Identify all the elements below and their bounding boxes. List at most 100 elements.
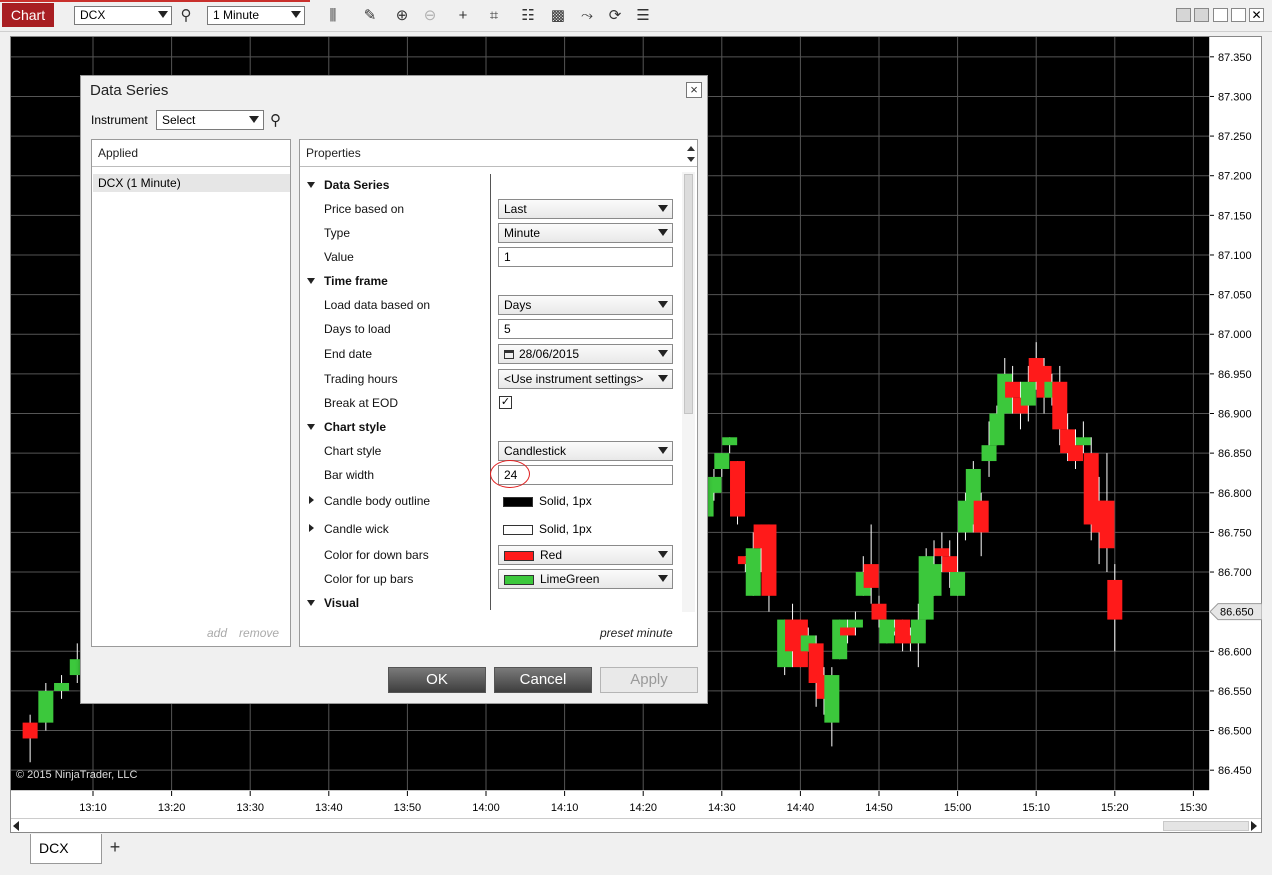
candle-body-up: [981, 445, 997, 462]
row-value: Value 1: [300, 246, 680, 268]
chevron-down-icon: [249, 116, 259, 123]
candle-body-up: [910, 619, 926, 644]
collapse-triangle-icon[interactable]: [307, 278, 315, 284]
instrument-select[interactable]: Select: [156, 110, 264, 130]
chart-horizontal-scrollbar[interactable]: [11, 818, 1261, 832]
search-icon[interactable]: ⚲: [270, 111, 281, 129]
current-price-label: 86.650: [1220, 607, 1254, 619]
maximize-icon[interactable]: [1231, 8, 1246, 22]
properties-icon[interactable]: ☰: [633, 6, 653, 26]
collapse-triangle-icon[interactable]: [307, 182, 315, 188]
time-tick-label: 15:00: [944, 802, 972, 814]
applied-item-dcx[interactable]: DCX (1 Minute): [93, 174, 290, 192]
collapse-triangle-icon[interactable]: [307, 600, 315, 606]
price-based-on-select[interactable]: Last: [498, 199, 673, 219]
category-chart-style[interactable]: Chart style: [300, 416, 680, 438]
candle-body-up: [926, 564, 942, 596]
chart-style-select[interactable]: Candlestick: [498, 441, 673, 461]
category-visual[interactable]: Visual: [300, 592, 680, 614]
tab-dcx[interactable]: DCX: [30, 834, 102, 864]
chevron-down-icon: [658, 375, 668, 382]
scroll-thumb[interactable]: [1163, 821, 1249, 831]
interval-selector[interactable]: 1 Minute: [207, 6, 305, 25]
properties-scroll-thumb[interactable]: [684, 174, 693, 414]
data-box-icon[interactable]: ⌗: [484, 6, 504, 26]
price-tick-label: 87.150: [1218, 210, 1252, 222]
expand-triangle-icon[interactable]: [309, 524, 314, 532]
price-tick-label: 87.350: [1218, 52, 1252, 64]
chart-trader-icon[interactable]: ☷: [518, 6, 538, 26]
close-window-icon[interactable]: ✕: [1249, 8, 1264, 22]
candle-body-down: [1052, 381, 1068, 430]
time-tick-label: 13:10: [79, 802, 107, 814]
row-candle-body-outline: Candle body outline Solid, 1px: [300, 490, 680, 512]
candle-body-up: [950, 572, 966, 596]
time-tick-label: 14:00: [472, 802, 500, 814]
applied-panel: Applied DCX (1 Minute) add remove: [91, 139, 291, 647]
row-break-at-eod: Break at EOD ✓: [324, 396, 512, 410]
scroll-left-icon[interactable]: [13, 821, 19, 831]
scroll-right-icon[interactable]: [1251, 821, 1257, 831]
add-tab-button[interactable]: +: [104, 836, 126, 858]
bar-type-icon[interactable]: ⫼: [323, 6, 343, 26]
price-tick-label: 86.700: [1218, 567, 1252, 579]
load-data-select[interactable]: Days: [498, 295, 673, 315]
zoom-in-icon[interactable]: ⊕: [392, 6, 412, 26]
candle-body-up: [1075, 437, 1091, 446]
trading-hours-select[interactable]: <Use instrument settings>: [498, 369, 673, 389]
candle-body-down: [871, 603, 887, 620]
days-to-load-input[interactable]: 5: [498, 319, 673, 339]
time-axis[interactable]: 13:10 13:20 13:30 13:40 13:50 14:00 14:10 14:20…: [11, 790, 1209, 818]
ok-button[interactable]: OK: [388, 667, 486, 693]
applied-header: Applied: [92, 140, 290, 167]
reload-icon[interactable]: ⟳: [605, 6, 625, 26]
row-candle-wick: Candle wick Solid, 1px: [300, 518, 680, 540]
candle-wick-value[interactable]: Solid, 1px: [503, 522, 592, 536]
search-icon[interactable]: ⚲: [176, 6, 196, 26]
type-select[interactable]: Minute: [498, 223, 673, 243]
applied-actions: add remove: [207, 626, 291, 640]
tile-window-icon[interactable]: [1176, 8, 1191, 22]
preset-link[interactable]: preset minute: [600, 626, 673, 640]
instrument-selector[interactable]: DCX: [74, 6, 172, 25]
interval-value: 1 Minute: [213, 8, 260, 22]
scroll-up-icon[interactable]: [687, 146, 695, 151]
chevron-down-icon: [658, 447, 668, 454]
dialog-title: Data Series: [90, 82, 169, 99]
price-axis[interactable]: 87.350 87.300 87.250 87.200 87.150 87.100 87.0…: [1209, 37, 1263, 790]
down-bars-color-select[interactable]: Red: [498, 545, 673, 565]
copyright-text: © 2015 NinjaTrader, LLC: [16, 769, 138, 781]
pencil-icon[interactable]: ✎: [360, 6, 380, 26]
candle-body-up: [745, 548, 761, 596]
row-end-date: End date 28/06/2015: [300, 343, 680, 365]
collapse-triangle-icon[interactable]: [307, 424, 315, 430]
end-date-picker[interactable]: 28/06/2015: [498, 344, 673, 364]
up-bars-color-select[interactable]: LimeGreen: [498, 569, 673, 589]
candle-body-down: [1005, 381, 1021, 398]
chart-toolbar: Chart DCX ⚲ 1 Minute ⫼ ✎ ⊕ ⊖ + ⌗ ☷ ▩ ⤳ ⟳…: [0, 0, 1272, 32]
chart-tab[interactable]: Chart: [2, 3, 54, 27]
zoom-out-icon: ⊖: [423, 7, 437, 24]
global-link-icon[interactable]: ▩: [548, 6, 568, 26]
price-tick-label: 86.550: [1218, 686, 1252, 698]
properties-scrollbar[interactable]: [682, 172, 695, 612]
category-time-frame[interactable]: Time frame: [300, 270, 680, 292]
minimize-icon[interactable]: [1213, 8, 1228, 22]
ninjatrader-chart-window: Chart DCX ⚲ 1 Minute ⫼ ✎ ⊕ ⊖ + ⌗ ☷ ▩ ⤳ ⟳…: [0, 0, 1272, 875]
chevron-down-icon: [291, 11, 301, 18]
candle-body-outline-value[interactable]: Solid, 1px: [503, 494, 592, 508]
strategies-icon[interactable]: ⤳: [577, 6, 597, 26]
cancel-button[interactable]: Cancel: [494, 667, 592, 693]
crosshair-icon[interactable]: +: [453, 6, 473, 26]
close-icon[interactable]: ×: [686, 82, 702, 98]
scroll-down-icon[interactable]: [687, 157, 695, 162]
time-tick-label: 14:40: [787, 802, 815, 814]
link-window-icon[interactable]: [1194, 8, 1209, 22]
time-tick-label: 15:30: [1180, 802, 1208, 814]
chevron-down-icon: [658, 301, 668, 308]
value-input[interactable]: 1: [498, 247, 673, 267]
chevron-down-icon: [658, 551, 668, 558]
break-at-eod-checkbox[interactable]: ✓: [499, 396, 512, 409]
category-data-series[interactable]: Data Series: [300, 174, 680, 196]
expand-triangle-icon[interactable]: [309, 496, 314, 504]
